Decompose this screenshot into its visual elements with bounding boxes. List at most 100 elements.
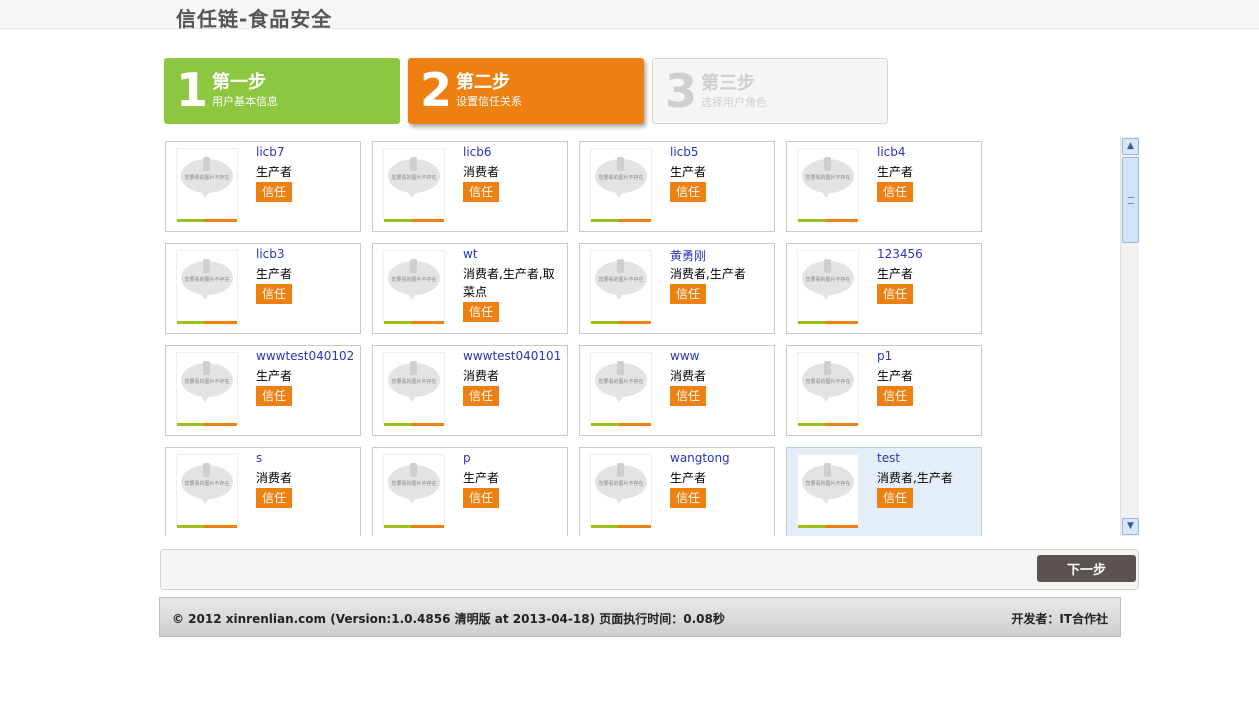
exclamation-icon	[410, 259, 417, 273]
avatar-accent-bar	[798, 321, 858, 324]
avatar-accent-bar	[798, 525, 858, 528]
trust-button[interactable]: 信任	[670, 386, 706, 406]
avatar-accent-bar	[177, 525, 237, 528]
image-missing-icon: 您要看的图片不存在	[388, 157, 440, 198]
avatar: 您要看的图片不存在	[797, 148, 859, 222]
user-roles-wrap: 消费者,生产者 信任	[877, 469, 977, 508]
user-roles: 消费者	[463, 369, 500, 383]
step-title: 第一步	[212, 72, 266, 93]
step-number: 3	[665, 64, 698, 118]
user-roles-wrap: 生产者 信任	[256, 265, 356, 304]
trust-button[interactable]: 信任	[463, 302, 499, 322]
exclamation-icon	[203, 361, 210, 375]
exclamation-icon	[617, 361, 624, 375]
user-roles: 消费者	[256, 471, 293, 485]
user-card[interactable]: 您要看的图片不存在 wt 消费者,生产者,取菜点 信任	[372, 243, 568, 334]
trust-button[interactable]: 信任	[463, 386, 499, 406]
trust-button[interactable]: 信任	[256, 182, 292, 202]
user-card[interactable]: 您要看的图片不存在 www 消费者 信任	[579, 345, 775, 436]
user-card[interactable]: 您要看的图片不存在 licb7 生产者 信任	[165, 141, 361, 232]
next-step-button[interactable]: 下一步	[1037, 555, 1136, 582]
step-1-tab: 1 第一步 用户基本信息	[164, 58, 400, 124]
copyright-text: © 2012 xinrenlian.com (Version:1.0.4856 …	[172, 612, 725, 626]
user-roles: 消费者	[670, 369, 707, 383]
user-card-grid[interactable]: 您要看的图片不存在 licb7 生产者 信任 您要看的图片不存在 licb6 消费者 信任 您要…	[162, 137, 1118, 536]
avatar: 您要看的图片不存在	[590, 148, 652, 222]
user-card[interactable]: 您要看的图片不存在 test 消费者,生产者 信任	[786, 447, 982, 536]
avatar: 您要看的图片不存在	[383, 250, 445, 324]
user-card[interactable]: 您要看的图片不存在 wwwtest040102 生产者 信任	[165, 345, 361, 436]
user-name-link[interactable]: wt	[463, 247, 478, 261]
user-card[interactable]: 您要看的图片不存在 wwwtest040101 消费者 信任	[372, 345, 568, 436]
user-name-link[interactable]: licb7	[256, 145, 285, 159]
user-name-link[interactable]: licb3	[256, 247, 285, 261]
trust-button[interactable]: 信任	[256, 386, 292, 406]
trust-button[interactable]: 信任	[463, 488, 499, 508]
exclamation-icon	[617, 259, 624, 273]
user-card[interactable]: 您要看的图片不存在 licb6 消费者 信任	[372, 141, 568, 232]
trust-button[interactable]: 信任	[877, 182, 913, 202]
avatar: 您要看的图片不存在	[383, 454, 445, 528]
avatar: 您要看的图片不存在	[797, 250, 859, 324]
user-roles-wrap: 消费者 信任	[256, 469, 356, 508]
user-card[interactable]: 您要看的图片不存在 licb4 生产者信任	[786, 141, 982, 232]
trust-button[interactable]: 信任	[256, 488, 292, 508]
user-name-link[interactable]: licb6	[463, 145, 492, 159]
avatar: 您要看的图片不存在	[797, 352, 859, 426]
user-name-link[interactable]: test	[877, 451, 900, 465]
user-name-link[interactable]: wwwtest040102	[256, 349, 354, 363]
arrow-up-icon[interactable]: ▲	[1122, 138, 1139, 155]
user-card[interactable]: 您要看的图片不存在 licb3 生产者 信任	[165, 243, 361, 334]
scrollbar-thumb[interactable]	[1122, 157, 1139, 243]
image-missing-icon: 您要看的图片不存在	[595, 157, 647, 198]
user-roles-wrap: 消费者,生产者 信任	[670, 265, 770, 304]
grip-icon	[1128, 197, 1134, 204]
vertical-scrollbar[interactable]: ▲ ▼	[1120, 137, 1139, 536]
user-name-link[interactable]: licb5	[670, 145, 699, 159]
user-roles-wrap: 生产者 信任	[256, 163, 356, 202]
user-name-link[interactable]: s	[256, 451, 262, 465]
user-name-link[interactable]: p	[463, 451, 471, 465]
user-card[interactable]: 您要看的图片不存在 wangtong 生产者信任	[579, 447, 775, 536]
user-name-link[interactable]: 黄勇刚	[670, 247, 706, 264]
avatar-accent-bar	[384, 321, 444, 324]
avatar-placeholder-text: 您要看的图片不存在	[184, 379, 230, 385]
trust-button[interactable]: 信任	[463, 182, 499, 202]
trust-button[interactable]: 信任	[877, 284, 913, 304]
arrow-down-icon[interactable]: ▼	[1122, 518, 1139, 535]
user-card[interactable]: 您要看的图片不存在 s 消费者 信任	[165, 447, 361, 536]
user-card[interactable]: 您要看的图片不存在 黄勇刚 消费者,生产者 信任	[579, 243, 775, 334]
exclamation-icon	[203, 259, 210, 273]
trust-button[interactable]: 信任	[877, 386, 913, 406]
trust-button[interactable]: 信任	[670, 488, 706, 508]
exclamation-icon	[824, 463, 831, 477]
image-missing-icon: 您要看的图片不存在	[802, 361, 854, 402]
user-roles-wrap: 生产者 信任	[877, 367, 977, 406]
trust-button[interactable]: 信任	[670, 284, 706, 304]
user-card[interactable]: 您要看的图片不存在 123456 生产者 信任	[786, 243, 982, 334]
trust-button[interactable]: 信任	[256, 284, 292, 304]
step-number: 1	[176, 63, 209, 117]
exclamation-icon	[617, 157, 624, 171]
user-card[interactable]: 您要看的图片不存在 p1 生产者 信任	[786, 345, 982, 436]
user-card[interactable]: 您要看的图片不存在 p 生产者 信任	[372, 447, 568, 536]
step-number: 2	[420, 63, 453, 117]
user-roles: 生产者	[670, 165, 707, 179]
avatar-placeholder-text: 您要看的图片不存在	[391, 481, 437, 487]
image-missing-icon: 您要看的图片不存在	[595, 463, 647, 504]
avatar-placeholder-text: 您要看的图片不存在	[184, 277, 230, 283]
user-roles: 生产者	[670, 471, 707, 485]
avatar-accent-bar	[384, 525, 444, 528]
user-name-link[interactable]: wangtong	[670, 451, 730, 465]
user-name-link[interactable]: p1	[877, 349, 892, 363]
trust-button[interactable]: 信任	[877, 488, 913, 508]
user-name-link[interactable]: licb4	[877, 145, 906, 159]
user-name-link[interactable]: www	[670, 349, 699, 363]
trust-button[interactable]: 信任	[670, 182, 706, 202]
user-roles: 生产者	[877, 165, 914, 179]
user-name-link[interactable]: wwwtest040101	[463, 349, 561, 363]
image-missing-icon: 您要看的图片不存在	[388, 259, 440, 300]
user-card[interactable]: 您要看的图片不存在 licb5 生产者信任	[579, 141, 775, 232]
avatar-accent-bar	[591, 321, 651, 324]
user-name-link[interactable]: 123456	[877, 247, 923, 261]
